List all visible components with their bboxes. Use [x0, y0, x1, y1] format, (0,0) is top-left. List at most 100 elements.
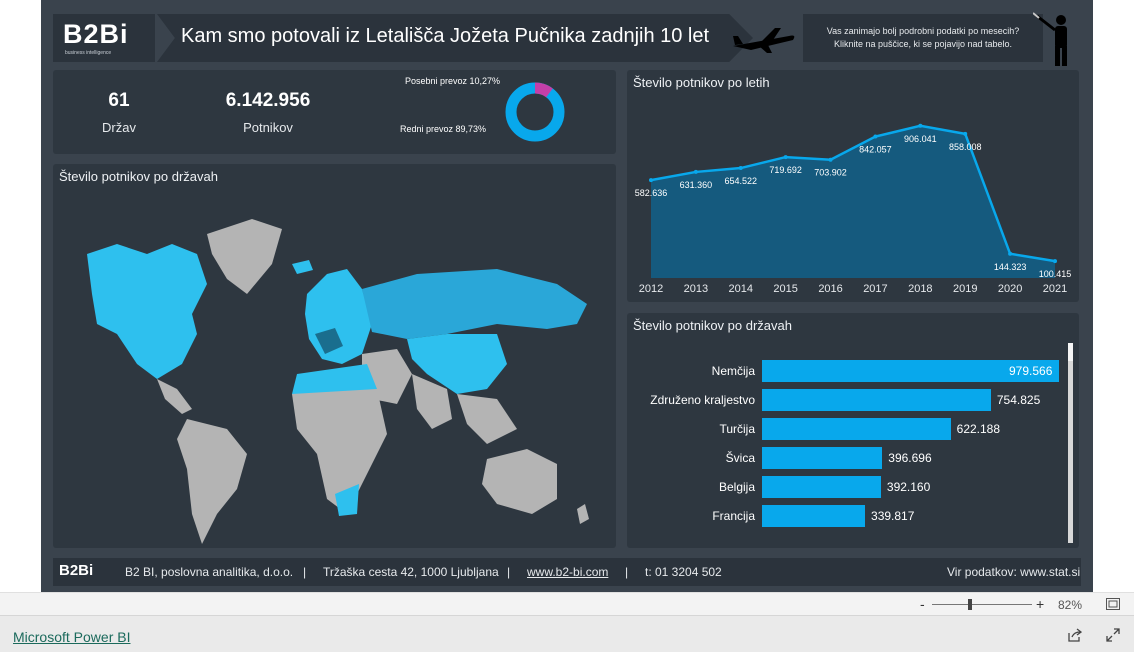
map-new-zealand	[577, 504, 589, 524]
bar-value-label: 979.566	[1009, 364, 1053, 378]
map-panel: Število potnikov po državah	[53, 164, 616, 548]
country-bar-chart[interactable]: Nemčija 979.566 Združeno kraljestvo 754.825…	[627, 313, 1079, 548]
footer-separator: |	[507, 565, 511, 579]
kpi-panel: 61 Držav 6.142.956 Potnikov Posebni prev…	[53, 70, 616, 154]
data-label: 842.057	[859, 145, 892, 155]
x-tick-label: 2021	[1043, 283, 1067, 295]
bar-value-label: 339.817	[871, 509, 915, 523]
map-australia	[482, 449, 557, 514]
bar[interactable]	[762, 418, 951, 440]
data-point[interactable]	[1053, 259, 1057, 264]
footer-address: Tržaška cesta 42, 1000 Ljubljana	[323, 565, 499, 579]
x-tick-label: 2019	[953, 283, 977, 295]
powerbi-link[interactable]: Microsoft Power BI	[13, 629, 130, 645]
share-icon[interactable]	[1068, 628, 1082, 642]
map-central-america	[157, 379, 192, 414]
data-point[interactable]	[738, 166, 743, 171]
presenter-icon	[1033, 12, 1067, 66]
footer-logo: B2Bi	[59, 562, 94, 579]
zoom-slider[interactable]	[932, 599, 1032, 610]
data-point[interactable]	[783, 155, 788, 160]
bar-value-label: 622.188	[956, 422, 1001, 436]
bar[interactable]	[762, 505, 866, 527]
bar[interactable]	[762, 476, 881, 498]
zoom-out-button[interactable]: -	[920, 596, 925, 612]
data-label: 582.636	[635, 188, 668, 198]
map-greenland	[207, 219, 282, 294]
data-point[interactable]	[828, 157, 833, 162]
yearly-area-chart[interactable]: 582.636 2012 631.360 2013 654.522 2014 719.692…	[627, 70, 1079, 302]
footer-website-link[interactable]: www.b2-bi.com	[527, 565, 608, 579]
bar[interactable]	[762, 447, 883, 469]
x-tick-label: 2012	[639, 283, 663, 295]
page-title: Kam smo potovali iz Letališča Jožeta Puč…	[181, 25, 710, 47]
embed-frame: B2Bi business intelligence Kam smo potov…	[0, 0, 1134, 652]
data-point[interactable]	[918, 123, 923, 128]
map-south-america	[177, 419, 247, 544]
map-title: Število potnikov po državah	[59, 169, 218, 184]
zoom-slider-handle[interactable]	[968, 599, 972, 610]
data-point[interactable]	[649, 178, 653, 183]
data-label: 654.522	[725, 176, 758, 186]
map-russia	[362, 269, 587, 339]
data-point[interactable]	[1008, 251, 1013, 256]
fit-page-icon[interactable]	[1106, 598, 1120, 610]
data-label: 631.360	[680, 180, 713, 190]
title-banner: Kam smo potovali iz Letališča Jožeta Puč…	[157, 14, 753, 62]
yearly-chart-panel: Število potnikov po letih 582.636 2012 631…	[627, 70, 1079, 302]
bar-category-label: Nemčija	[711, 364, 755, 378]
x-tick-label: 2014	[729, 283, 753, 295]
footer: B2Bi B2 BI, poslovna analitika, d.o.o. |…	[53, 558, 1081, 586]
bar-category-label: Belgija	[718, 480, 755, 494]
donut-regular-label: Redni prevoz 89,73%	[400, 124, 487, 134]
data-label: 906.041	[904, 134, 937, 144]
passengers-label: Potnikov	[243, 120, 293, 135]
logo-subtext: business intelligence	[65, 50, 112, 56]
donut-special-label: Posebni prevoz 10,27%	[405, 76, 501, 86]
bar-value-label: 754.825	[996, 393, 1041, 407]
footer-source: Vir podatkov: www.stat.si	[947, 565, 1081, 579]
fullscreen-icon[interactable]	[1106, 628, 1120, 642]
map-iceland	[292, 260, 313, 274]
data-point[interactable]	[873, 134, 878, 139]
bar-category-label: Turčija	[719, 422, 755, 436]
bar-category-label: Švica	[725, 451, 755, 465]
countries-value: 61	[108, 90, 130, 111]
donut-slice-regular[interactable]	[505, 82, 565, 142]
bar-value-label: 392.160	[886, 480, 931, 494]
bar-value-label: 396.696	[888, 451, 932, 465]
zoom-in-button[interactable]: +	[1036, 596, 1044, 612]
countries-label: Držav	[102, 120, 136, 135]
x-tick-label: 2017	[863, 283, 887, 295]
bar-category-label: Francija	[712, 509, 755, 523]
info-banner: Vas zanimajo bolj podrobni podatki po me…	[803, 14, 1043, 62]
viewer-toolbar: - + 82%	[0, 592, 1134, 615]
x-tick-label: 2013	[684, 283, 708, 295]
bar[interactable]	[762, 389, 991, 411]
report-canvas: B2Bi business intelligence Kam smo potov…	[41, 0, 1093, 592]
x-tick-label: 2016	[818, 283, 842, 295]
transport-donut-chart[interactable]	[503, 80, 567, 144]
map-europe	[305, 269, 372, 364]
b2bi-logo: B2Bi business intelligence	[53, 14, 155, 62]
bar-scrollbar[interactable]	[1068, 343, 1073, 543]
bar-scrollbar-thumb[interactable]	[1068, 343, 1073, 361]
info-line-1: Vas zanimajo bolj podrobni podatki po me…	[826, 26, 1020, 36]
zoom-level: 82%	[1058, 598, 1083, 612]
powerbi-link-bar: Microsoft Power BI	[0, 615, 1134, 652]
info-line-2: Kliknite na puščice, ki se pojavijo nad …	[833, 39, 1013, 49]
passengers-value: 6.142.956	[225, 90, 311, 111]
data-point[interactable]	[963, 131, 968, 136]
data-label: 703.902	[814, 168, 847, 178]
footer-separator: |	[303, 565, 307, 579]
airplane-icon	[733, 28, 795, 53]
title-bar: B2Bi business intelligence Kam smo potov…	[53, 14, 753, 62]
footer-separator: |	[625, 565, 629, 579]
map-north-america	[87, 244, 207, 379]
world-map[interactable]	[77, 214, 597, 544]
footer-company: B2 BI, poslovna analitika, d.o.o.	[125, 565, 294, 579]
country-bar-panel: Število potnikov po državah Nemčija 979.5…	[627, 313, 1079, 548]
data-label: 858.008	[949, 142, 982, 152]
data-label: 719.692	[769, 165, 802, 175]
data-point[interactable]	[693, 169, 698, 174]
